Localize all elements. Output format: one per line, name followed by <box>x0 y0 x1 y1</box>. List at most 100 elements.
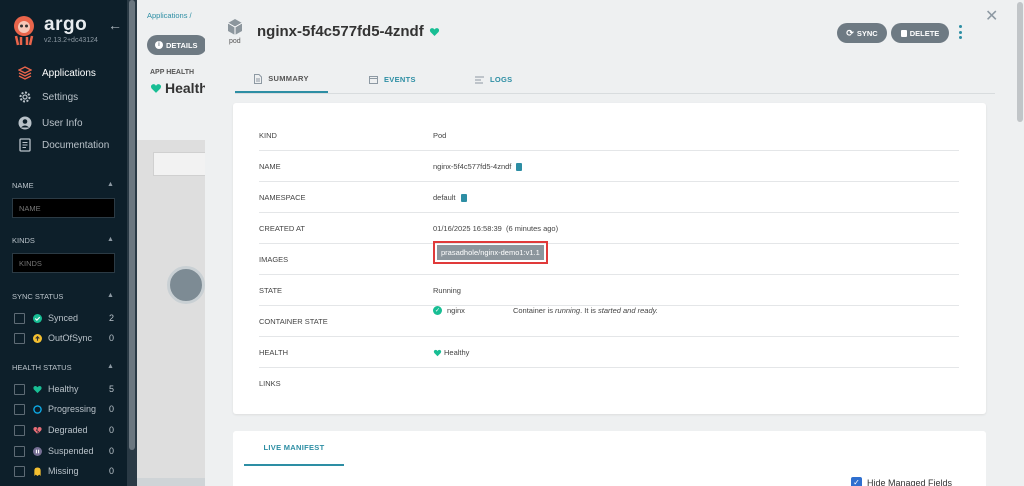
namespace-value: default <box>433 193 456 202</box>
row-value: Running <box>433 275 461 306</box>
version-label: v2.13.2+dc43124 <box>44 37 98 44</box>
checkbox[interactable] <box>14 465 25 477</box>
user-icon <box>17 116 33 130</box>
collapse-caret-icon[interactable]: ▲ <box>107 292 114 299</box>
row-key: LINKS <box>259 379 281 388</box>
row-value: Healthy <box>433 337 469 368</box>
arrow-up-circle-icon <box>33 333 42 343</box>
check-circle-icon: ✓ <box>433 306 442 315</box>
filter-count: 0 <box>108 425 114 435</box>
filter-healthy[interactable]: Healthy 5 <box>14 382 114 396</box>
nav-label: Applications <box>42 67 96 79</box>
nav-user-info[interactable]: User Info <box>17 114 83 132</box>
kinds-filter-input[interactable] <box>12 253 115 273</box>
kind-value: Pod <box>433 131 447 140</box>
calendar-icon <box>369 76 378 84</box>
tab-summary[interactable]: SUMMARY <box>235 66 328 93</box>
ghost-icon <box>34 466 41 476</box>
row-value: 01/16/2025 16:58:39 (6 minutes ago) <box>433 213 558 244</box>
heart-icon <box>429 27 439 36</box>
row-key: NAME <box>259 162 281 171</box>
tab-live-manifest[interactable]: LIVE MANIFEST <box>244 431 344 466</box>
sidebar-scrollbar-thumb[interactable] <box>129 0 135 450</box>
filter-count: 0 <box>108 466 114 476</box>
resource-title: nginx-5f4c577fd5-4zndf <box>257 23 440 40</box>
collapse-caret-icon[interactable]: ▲ <box>107 363 114 370</box>
collapse-sidebar-icon[interactable]: ← <box>108 17 122 33</box>
align-left-icon <box>475 76 484 83</box>
filter-degraded[interactable]: Degraded 0 <box>14 423 114 437</box>
row-name: NAME nginx-5f4c577fd5-4zndf <box>259 151 959 182</box>
nav-label: User Info <box>42 117 83 129</box>
clipboard-icon[interactable] <box>460 193 467 202</box>
info-icon: i <box>155 41 163 49</box>
image-chip-highlight[interactable]: prasadhole/nginx-demo1:v1.1 <box>433 241 548 264</box>
panel-scrollbar-thumb[interactable] <box>1017 2 1023 122</box>
row-key: CREATED AT <box>259 224 305 233</box>
filter-missing[interactable]: Missing 0 <box>14 464 114 478</box>
state-value: Running <box>433 286 461 295</box>
filter-progressing[interactable]: Progressing 0 <box>14 402 114 416</box>
name-filter-input[interactable] <box>12 198 115 218</box>
more-options-icon[interactable] <box>957 25 963 39</box>
hide-managed-fields-toggle[interactable]: ✓ Hide Managed Fields <box>851 477 952 486</box>
checkbox-checked[interactable]: ✓ <box>851 477 862 486</box>
resource-node[interactable] <box>167 266 205 304</box>
breadcrumb[interactable]: Applications / <box>147 11 192 20</box>
collapse-caret-icon[interactable]: ▲ <box>107 181 114 188</box>
app-health-text: Health <box>165 80 208 96</box>
checkbox[interactable] <box>14 332 25 344</box>
name-filter-title: NAME <box>12 181 34 190</box>
filter-label: Missing <box>48 466 79 476</box>
checkbox[interactable] <box>14 424 25 436</box>
nav-applications[interactable]: Applications <box>17 64 96 82</box>
sync-button[interactable]: ⟳ SYNC <box>837 23 887 43</box>
health-status-title: HEALTH STATUS <box>12 363 72 372</box>
filter-synced[interactable]: Synced 2 <box>14 311 114 325</box>
checkbox[interactable] <box>14 403 25 415</box>
name-value: nginx-5f4c577fd5-4zndf <box>433 162 512 171</box>
filter-suspended[interactable]: Suspended 0 <box>14 444 114 458</box>
row-value: Pod <box>433 120 446 151</box>
argo-logo <box>14 16 34 46</box>
check-circle-icon <box>33 313 42 323</box>
msg-part: Container is <box>512 306 556 315</box>
horizontal-scrollbar[interactable] <box>137 478 205 486</box>
checkbox[interactable] <box>14 383 25 395</box>
collapse-caret-icon[interactable]: ▲ <box>107 236 114 243</box>
filter-label: Synced <box>48 313 79 323</box>
checkbox[interactable] <box>14 445 25 457</box>
circle-notch-icon <box>33 404 42 414</box>
row-container-state: CONTAINER STATE ✓ nginx Container is run… <box>259 306 959 337</box>
row-key: IMAGES <box>259 255 289 264</box>
brand-name: argo <box>44 14 88 35</box>
sync-label: SYNC <box>856 28 878 38</box>
tab-logs[interactable]: LOGS <box>475 66 512 93</box>
filter-outofsync[interactable]: OutOfSync 0 <box>14 331 114 345</box>
close-icon[interactable]: ✕ <box>985 6 998 26</box>
filter-label: Suspended <box>48 446 94 456</box>
nav-documentation[interactable]: Documentation <box>17 136 109 154</box>
filter-count: 5 <box>108 384 114 394</box>
heart-icon <box>433 349 442 356</box>
delete-button[interactable]: DELETE <box>891 23 949 43</box>
row-key: KIND <box>259 131 277 140</box>
container-name: nginx <box>447 306 465 315</box>
row-key: NAMESPACE <box>259 193 306 202</box>
delete-label: DELETE <box>909 28 940 38</box>
details-button[interactable]: i DETAILS <box>147 35 207 55</box>
tab-bar: SUMMARY EVENTS LOGS <box>235 66 995 94</box>
broken-heart-icon <box>33 426 42 434</box>
tab-events[interactable]: EVENTS <box>369 66 416 93</box>
clipboard-icon[interactable] <box>516 162 523 171</box>
msg-part: running <box>555 306 581 315</box>
app-health-value: Health <box>150 80 208 96</box>
pause-circle-icon <box>33 446 42 456</box>
file-icon <box>254 73 263 84</box>
hide-managed-label: Hide Managed Fields <box>867 477 953 486</box>
view-toolbar[interactable] <box>153 152 213 176</box>
filter-label: Degraded <box>48 425 88 435</box>
nav-settings[interactable]: Settings <box>17 88 78 106</box>
created-value: 01/16/2025 16:58:39 (6 minutes ago) <box>433 224 559 233</box>
checkbox[interactable] <box>14 312 25 324</box>
